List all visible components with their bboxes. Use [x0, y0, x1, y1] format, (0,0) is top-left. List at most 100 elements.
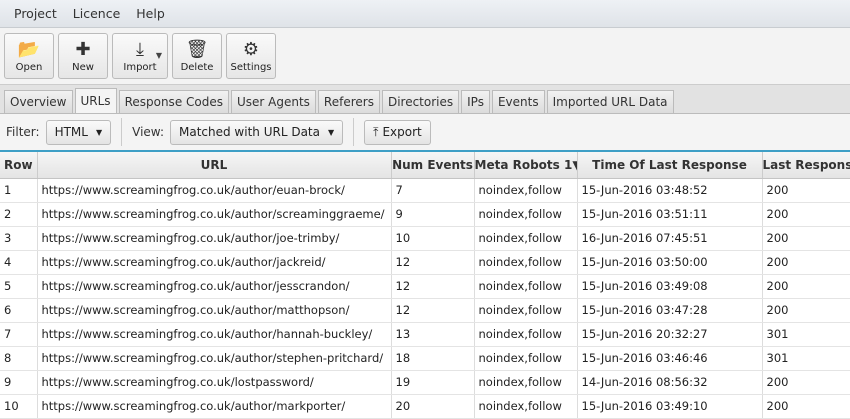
table-cell: 15-Jun-2016 03:49:10	[577, 394, 763, 419]
open-button[interactable]: 📂 Open	[4, 33, 54, 79]
table-cell: noindex,follow	[474, 226, 578, 251]
export-button[interactable]: ⤒ Export	[364, 119, 431, 145]
table-cell: 20	[391, 394, 475, 419]
view-dropdown[interactable]: Matched with URL Data ▼	[170, 119, 344, 145]
table-cell: https://www.screamingfrog.co.uk/author/m…	[37, 298, 392, 323]
table-row[interactable]: 5 https://www.screamingfrog.co.uk/author/…	[0, 274, 850, 299]
delete-button[interactable]: 🗑 Delete	[172, 33, 222, 79]
table-cell: 15-Jun-2016 20:32:27	[577, 322, 763, 347]
column-header[interactable]: URL	[37, 152, 392, 179]
table-cell: noindex,follow	[474, 202, 578, 227]
table-cell: https://www.screamingfrog.co.uk/author/j…	[37, 250, 392, 275]
trash-icon: 🗑	[185, 38, 209, 60]
tab-directories[interactable]: Directories	[381, 90, 460, 113]
filter-dropdown[interactable]: HTML ▼	[45, 119, 112, 145]
filter-label: Filter:	[6, 125, 40, 139]
table-cell: 200	[762, 370, 850, 395]
table-cell: https://www.screamingfrog.co.uk/lostpass…	[37, 370, 392, 395]
table-cell: 301	[762, 346, 850, 371]
table-cell: 15-Jun-2016 03:47:28	[577, 298, 763, 323]
divider	[121, 118, 123, 146]
column-header[interactable]: Row	[0, 152, 38, 179]
table-cell: 15-Jun-2016 03:49:08	[577, 274, 763, 299]
table-row[interactable]: 10 https://www.screamingfrog.co.uk/author…	[0, 394, 850, 419]
table-cell: 7	[391, 178, 475, 203]
tab-ips[interactable]: IPs	[461, 90, 490, 113]
table-row[interactable]: 4 https://www.screamingfrog.co.uk/author/…	[0, 250, 850, 275]
table-cell: noindex,follow	[474, 322, 578, 347]
table-cell: noindex,follow	[474, 250, 578, 275]
chevron-down-icon: ▼	[95, 127, 103, 137]
table-cell: noindex,follow	[474, 346, 578, 371]
column-header[interactable]: Time Of Last Response	[577, 152, 763, 179]
table-cell: 13	[391, 322, 475, 347]
table-cell: https://www.screamingfrog.co.uk/author/s…	[37, 202, 392, 227]
tab-overview[interactable]: Overview	[4, 90, 73, 113]
table-cell: 9	[391, 202, 475, 227]
divider	[353, 118, 355, 146]
table-cell: https://www.screamingfrog.co.uk/author/e…	[37, 178, 392, 203]
table-cell: 15-Jun-2016 03:46:46	[577, 346, 763, 371]
table-cell: noindex,follow	[474, 178, 578, 203]
new-label: New	[72, 61, 94, 73]
delete-label: Delete	[180, 61, 214, 73]
table-row[interactable]: 6 https://www.screamingfrog.co.uk/author/…	[0, 298, 850, 323]
tab-events[interactable]: Events	[491, 90, 545, 113]
column-header[interactable]: Last Response	[762, 152, 850, 179]
table-cell: noindex,follow	[474, 370, 578, 395]
table-cell: 200	[762, 178, 850, 203]
table-cell: https://www.screamingfrog.co.uk/author/j…	[37, 274, 392, 299]
table-row[interactable]: 1 https://www.screamingfrog.co.uk/author/…	[0, 178, 850, 203]
tab-referers[interactable]: Referers	[317, 90, 380, 113]
tab-bar: Overview URLs Response Codes User Agents Ref…	[0, 85, 850, 114]
column-header[interactable]: Num Events	[391, 152, 475, 179]
menu-help[interactable]: Help	[128, 6, 173, 21]
tab-urls[interactable]: URLs	[74, 88, 117, 113]
table-cell: https://www.screamingfrog.co.uk/author/m…	[37, 394, 392, 419]
table-cell: 6	[0, 298, 38, 323]
table-cell: 15-Jun-2016 03:51:11	[577, 202, 763, 227]
table-row[interactable]: 8 https://www.screamingfrog.co.uk/author/…	[0, 346, 850, 371]
table-cell: 16-Jun-2016 07:45:51	[577, 226, 763, 251]
table-cell: noindex,follow	[474, 298, 578, 323]
table-row[interactable]: 9 https://www.screamingfrog.co.uk/lostpas…	[0, 370, 850, 395]
open-label: Open	[15, 61, 43, 73]
menu-project[interactable]: Project	[6, 6, 65, 21]
export-label: Export	[382, 125, 422, 139]
table-cell: 200	[762, 394, 850, 419]
table-cell: 18	[391, 346, 475, 371]
table-cell: 14-Jun-2016 08:56:32	[577, 370, 763, 395]
table-cell: 3	[0, 226, 38, 251]
table-cell: 12	[391, 250, 475, 275]
table-cell: https://www.screamingfrog.co.uk/author/s…	[37, 346, 392, 371]
table-cell: 9	[0, 370, 38, 395]
table-cell: 10	[0, 394, 38, 419]
menu-licence[interactable]: Licence	[65, 6, 129, 21]
import-button[interactable]: ⤓ Import ▼	[112, 33, 168, 79]
tab-response-codes[interactable]: Response Codes	[118, 90, 229, 113]
urls-table: Row URL Num Events Meta Robots 1▼ Time Of La…	[0, 152, 850, 419]
settings-button[interactable]: ⚙ Settings	[226, 33, 276, 79]
chevron-down-icon: ▼	[327, 127, 335, 137]
table-cell: noindex,follow	[474, 394, 578, 419]
table-cell: 200	[762, 250, 850, 275]
table-row[interactable]: 7 https://www.screamingfrog.co.uk/author/…	[0, 322, 850, 347]
caret-down-icon: ▼	[155, 51, 162, 60]
tab-user-agents[interactable]: User Agents	[230, 90, 316, 113]
table-cell: 200	[762, 202, 850, 227]
column-header[interactable]: Meta Robots 1▼	[474, 152, 578, 179]
upload-icon: ⤒	[373, 124, 379, 139]
table-cell: 1	[0, 178, 38, 203]
tab-imported-url-data[interactable]: Imported URL Data	[546, 90, 674, 113]
table-cell: 200	[762, 274, 850, 299]
view-value: Matched with URL Data	[179, 125, 320, 139]
table-cell: 200	[762, 226, 850, 251]
table-row[interactable]: 3 https://www.screamingfrog.co.uk/author/…	[0, 226, 850, 251]
menu-bar: Project Licence Help	[0, 0, 850, 28]
table-cell: 7	[0, 322, 38, 347]
new-button[interactable]: ✚ New	[58, 33, 108, 79]
table-cell: 8	[0, 346, 38, 371]
folder-open-icon: 📂	[17, 38, 41, 60]
toolbar: 📂 Open ✚ New ⤓ Import ▼ 🗑 Delete ⚙ Settings	[0, 28, 850, 85]
table-row[interactable]: 2 https://www.screamingfrog.co.uk/author/…	[0, 202, 850, 227]
